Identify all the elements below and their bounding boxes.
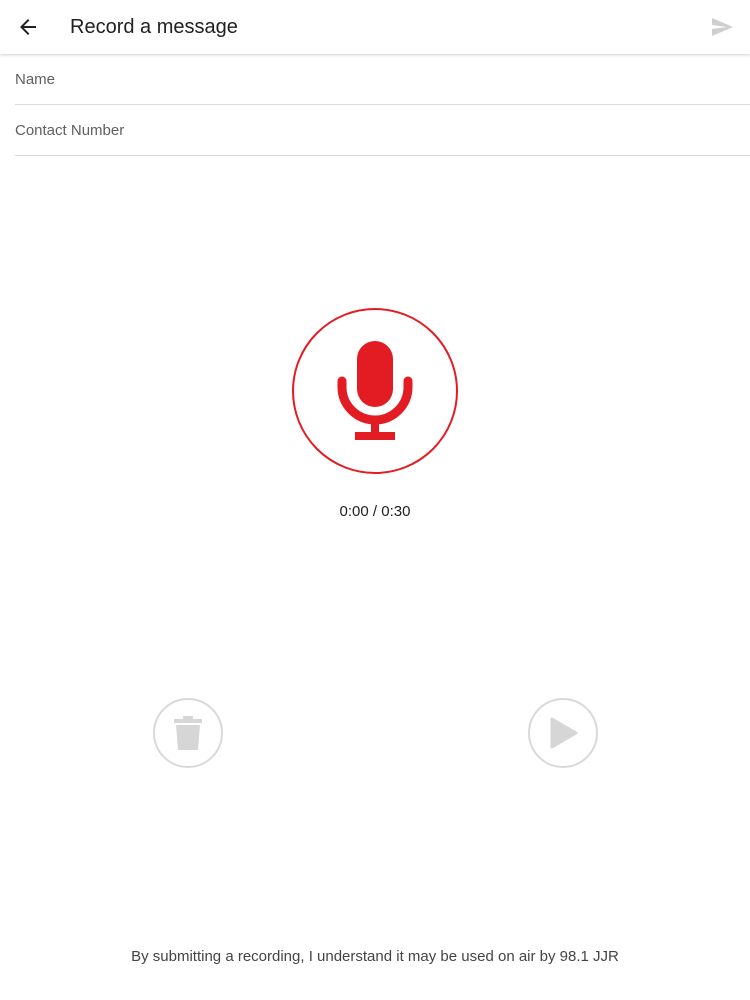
page-title: Record a message [70,16,238,38]
send-icon [712,18,733,36]
trash-icon [174,716,202,750]
name-field [15,55,750,105]
play-recording-button[interactable] [528,698,598,768]
disclaimer-text: By submitting a recording, I understand … [131,948,619,965]
app-bar: Record a message [0,0,750,54]
contact-number-field [15,106,750,156]
back-button[interactable] [8,7,48,47]
send-button[interactable] [702,7,742,47]
delete-recording-button[interactable] [153,698,223,768]
record-button[interactable] [292,308,458,474]
recording-timer: 0:00 / 0:30 [339,503,411,520]
microphone-icon [337,341,413,440]
play-icon [550,717,578,749]
contact-number-input[interactable] [15,106,750,155]
name-input[interactable] [15,55,750,104]
arrow-left-icon [20,19,36,35]
